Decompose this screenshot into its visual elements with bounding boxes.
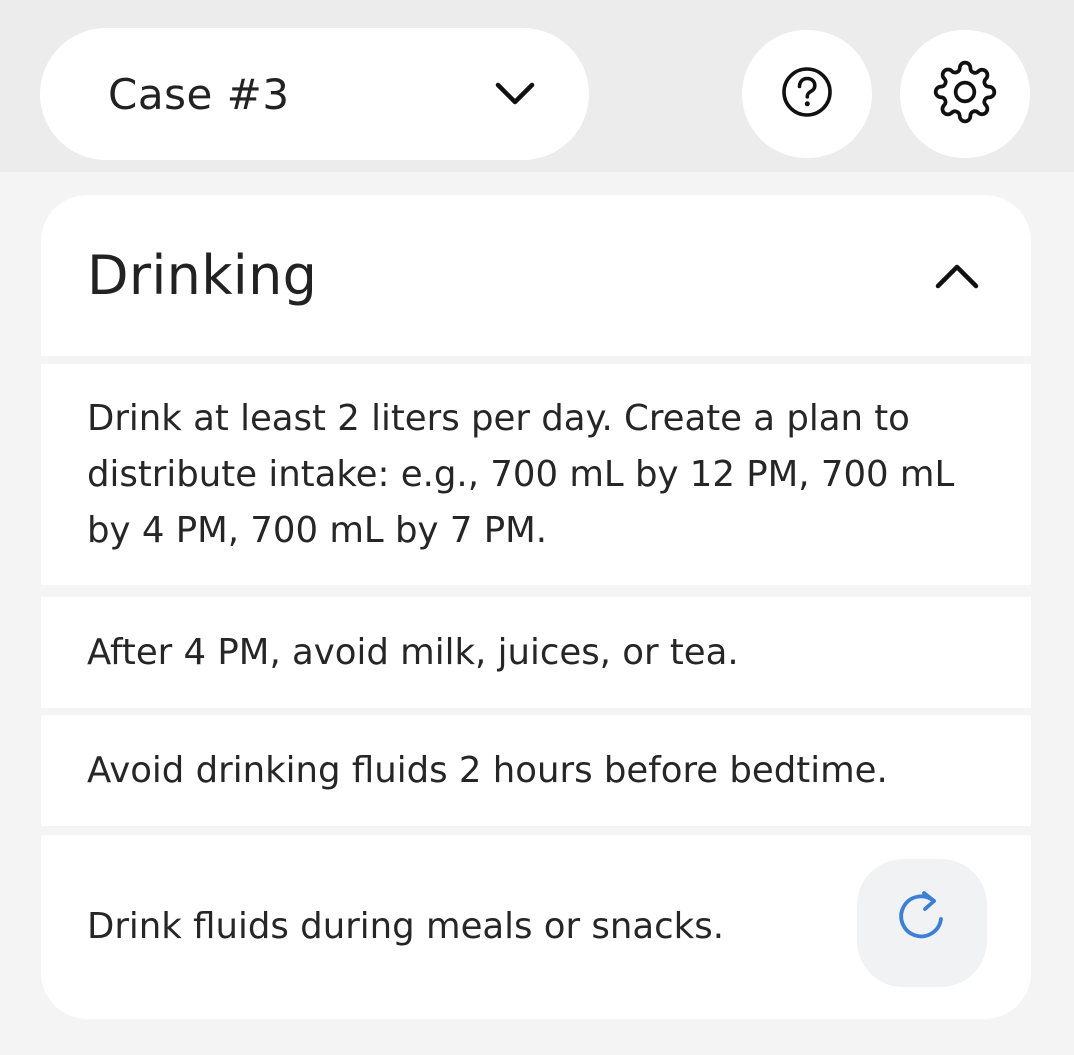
drinking-section-card: Drinking Drink at least 2 liters per day… xyxy=(41,195,1031,1019)
chevron-down-icon xyxy=(493,72,537,116)
list-item-text: Drink at least 2 liters per day. Create … xyxy=(87,397,955,551)
top-bar: Case #3 xyxy=(0,0,1074,172)
list-item: Avoid drinking fluids 2 hours before bed… xyxy=(41,715,1031,826)
case-select-label: Case #3 xyxy=(108,69,290,119)
help-button[interactable] xyxy=(742,30,872,158)
section-title: Drinking xyxy=(87,244,318,307)
refresh-button[interactable] xyxy=(857,859,987,987)
list-item-text: Drink fluids during meals or snacks. xyxy=(87,906,725,947)
list-item: Drink fluids during meals or snacks. xyxy=(41,835,1031,1019)
help-circle-icon xyxy=(780,65,834,123)
settings-button[interactable] xyxy=(900,30,1030,158)
refresh-icon xyxy=(896,887,948,960)
list-item: After 4 PM, avoid milk, juices, or tea. xyxy=(41,597,1031,708)
gear-icon xyxy=(933,60,997,128)
list-item-text: Avoid drinking fluids 2 hours before bed… xyxy=(87,749,888,791)
list-item: Drink at least 2 liters per day. Create … xyxy=(41,364,1031,585)
drinking-section-header[interactable]: Drinking xyxy=(41,195,1031,356)
chevron-up-icon xyxy=(935,254,979,298)
case-select-dropdown[interactable]: Case #3 xyxy=(40,28,589,160)
list-item-text: After 4 PM, avoid milk, juices, or tea. xyxy=(87,631,739,673)
